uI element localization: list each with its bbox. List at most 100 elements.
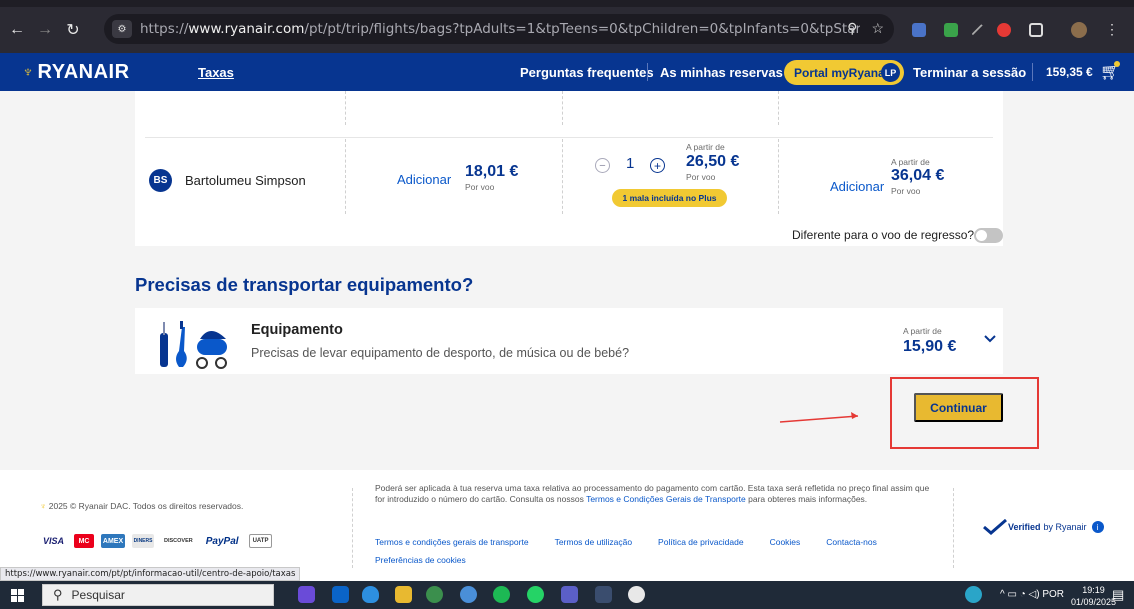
row-divider [145,137,993,138]
extensions-area: ⋮ [912,21,1119,38]
from-label: A partir de [903,326,942,336]
taskbar-cypress-icon[interactable] [628,586,645,603]
passenger-avatar: BS [149,169,172,192]
equipment-price: 15,90 € [903,338,957,355]
from-label: A partir de [891,157,930,167]
taskbar-file-explorer-icon[interactable] [395,586,412,603]
cookie-preferences-link[interactable]: Preferências de cookies [375,555,466,565]
tray-weather-icon[interactable] [965,586,982,603]
footer-divider [953,488,954,568]
extensions-puzzle-icon[interactable] [1029,22,1043,37]
basket-total[interactable]: 159,35 € [1046,65,1093,79]
extension-pen-icon[interactable] [971,23,984,36]
windows-start-icon[interactable] [11,589,24,602]
copyright-text: ♆ 2025 © Ryanair DAC. Todos os direitos … [40,501,244,511]
footer-link-cookies[interactable]: Cookies [770,537,801,547]
site-footer: ♆ 2025 © Ryanair DAC. Todos os direitos … [0,470,1134,581]
extension-shield-icon[interactable] [912,22,926,37]
column-divider [778,91,779,125]
footer-link-transport-terms[interactable]: Termos e condições gerais de transporte [375,537,529,547]
forward-icon[interactable]: → [34,19,56,41]
chevron-down-icon[interactable] [983,332,997,346]
column-divider [345,139,346,214]
nav-faq-link[interactable]: Perguntas frequentes [520,65,654,80]
per-flight-label: Por voo [891,186,921,196]
taskbar-outlook-icon[interactable] [332,586,349,603]
taskbar-whatsapp-icon[interactable] [527,586,544,603]
language-indicator[interactable]: POR [1042,589,1064,600]
portal-label: Portal myRyanair [794,65,893,80]
continue-button[interactable]: Continuar [914,393,1003,422]
system-tray[interactable]: ^ ▭ ◔ ◁) POR [1000,589,1064,600]
windows-taskbar: ⚲ Pesquisar ^ ▭ ◔ ◁) POR 19:19 01/09/2025 … [0,581,1134,609]
back-icon[interactable]: ← [6,19,28,41]
address-bar[interactable]: ⚙ https://www.ryanair.com/pt/pt/trip/fli… [104,14,894,44]
transport-terms-link[interactable]: Termos e Condições Gerais de Transporte [586,494,746,504]
column-divider [345,91,346,125]
link-preview-status: https://www.ryanair.com/pt/pt/informacao… [0,567,301,581]
equipment-card[interactable]: Equipamento Precisas de levar equipament… [135,308,1003,374]
site-header: ♆ RYANAIR Taxas Perguntas frequentes As m… [0,53,1134,91]
extension-record-icon[interactable] [944,22,958,37]
nav-divider [647,63,648,81]
notifications-icon[interactable]: ▤ [1112,587,1124,603]
equipment-illustration-icon [160,321,227,369]
card-fee-notice: Poderá ser aplicada à tua reserva uma ta… [375,483,930,504]
footer-link-contact[interactable]: Contacta-nos [826,537,877,547]
nav-divider [1032,63,1033,81]
add-priority-link[interactable]: Adicionar [397,172,451,187]
portal-myryanair-button[interactable]: Portal myRyanair LP [784,60,904,85]
large-bag-price: 36,04 € [891,167,945,184]
column-divider [562,139,563,214]
zoom-icon[interactable]: ⚲ [847,20,857,37]
nav-taxas-link[interactable]: Taxas [198,65,234,80]
extension-red-icon[interactable] [997,22,1011,37]
add-large-bag-link[interactable]: Adicionar [830,179,884,194]
footer-links: Termos e condições gerais de transporte … [375,537,877,547]
info-icon[interactable]: i [1091,521,1104,533]
footer-link-terms-of-use[interactable]: Termos de utilização [555,537,632,547]
taskbar-spotify-icon[interactable] [493,586,510,603]
browser-menu-icon[interactable]: ⋮ [1105,21,1119,38]
footer-link-privacy[interactable]: Política de privacidade [658,537,744,547]
bag-price: 26,50 € [686,153,740,170]
site-settings-icon[interactable]: ⚙ [112,20,132,38]
reload-icon[interactable]: ↻ [62,19,84,41]
passenger-name: Bartolumeu Simpson [185,173,306,188]
tab-strip [0,0,1134,7]
taskbar-search-input[interactable]: ⚲ Pesquisar [42,584,274,606]
harp-icon: ♆ [40,501,49,511]
taskbar-chrome-icon[interactable] [426,586,443,603]
logout-link[interactable]: Terminar a sessão [913,65,1026,80]
amex-icon: AMEX [101,534,126,548]
verified-by-ryanair-badge[interactable]: Verified by Ryanair i [982,519,1104,535]
taskbar-app-icon[interactable] [595,586,612,603]
ryanair-logo[interactable]: ♆ RYANAIR [22,61,130,84]
discover-icon: DISCOVER [161,534,196,548]
taskbar-teams-icon[interactable] [561,586,578,603]
payment-methods: VISA MC AMEX DINERS DISCOVER PayPal UATP [40,534,273,548]
bookmark-star-icon[interactable]: ☆ [871,20,884,37]
per-flight-label: Por voo [465,182,495,192]
profile-avatar-icon[interactable] [1071,21,1087,38]
nav-my-bookings-link[interactable]: As minhas reservas [660,65,783,80]
mastercard-icon: MC [74,534,95,548]
return-different-toggle[interactable] [974,228,1003,243]
taskbar-app-icon[interactable] [298,586,315,603]
taskbar-chrome-icon[interactable] [460,586,477,603]
from-label: A partir de [686,142,725,152]
toggle-knob [976,230,987,241]
taskbar-clock[interactable]: 19:19 01/09/2025 [1071,584,1116,608]
taskbar-app-icon[interactable] [362,586,379,603]
diners-icon: DINERS [132,534,155,548]
url-text[interactable]: https://www.ryanair.com/pt/pt/trip/fligh… [140,21,860,37]
search-icon: ⚲ [53,587,63,602]
increase-bag-button[interactable]: + [650,158,665,173]
uatp-icon: UATP [248,534,273,548]
decrease-bag-button[interactable]: − [595,158,610,173]
paypal-icon: PayPal [202,534,242,548]
user-initials-badge: LP [881,63,900,82]
visa-icon: VISA [40,534,68,548]
bags-card: BS Bartolumeu Simpson Adicionar 18,01 € … [135,91,1003,246]
column-divider [778,139,779,214]
